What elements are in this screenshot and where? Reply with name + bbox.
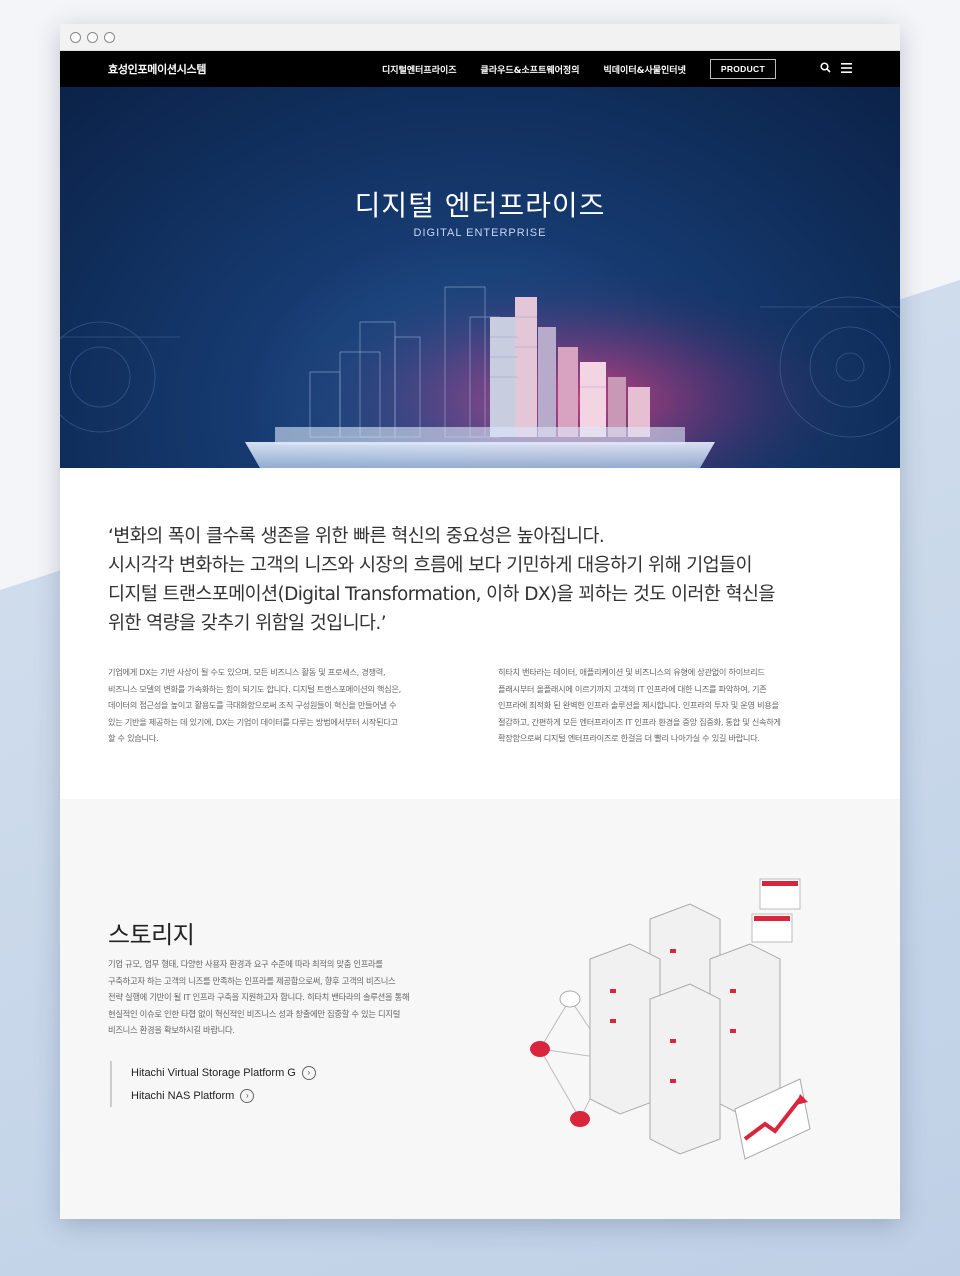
hero-subtitle: DIGITAL ENTERPRISE: [413, 227, 547, 239]
link-vsp-g[interactable]: Hitachi Virtual Storage Platform G ›: [131, 1061, 316, 1084]
top-nav: 효성인포메이션시스템 디지털엔터프라이즈 클라우드&소프트웨어정의 빅데이터&사…: [60, 51, 900, 87]
intro-column-left: 기업에게 DX는 기반 사상이 될 수도 있으며, 모든 비즈니스 활동 및 프…: [108, 664, 458, 747]
chevron-right-icon: ›: [240, 1088, 255, 1103]
quote-line: 시시각각 변화하는 고객의 니즈와 시장의 흐름에 보다 기민하게 대응하기 위…: [108, 555, 753, 576]
storage-title: 스토리지: [108, 921, 195, 949]
product-button[interactable]: PRODUCT: [709, 59, 776, 79]
link-label: Hitachi Virtual Storage Platform G: [131, 1066, 296, 1079]
nav-item-bigdata-iot[interactable]: 빅데이터&사물인터넷: [603, 63, 685, 76]
quote-line: 위한 역량을 갖추기 위함일 것입니다.’: [108, 613, 387, 634]
intro-column-right: 히타치 밴타라는 데이터, 애플리케이션 및 비즈니스의 유형에 상관없이 하이…: [498, 664, 848, 747]
nav-icons: [820, 62, 852, 76]
hero-city-illustration: [60, 87, 900, 468]
intro-section: ‘변화의 폭이 클수록 생존을 위한 빠른 혁신의 중요성은 높아집니다. 시시…: [60, 468, 900, 802]
paragraph-line: 인프라에 최적화 된 완벽한 인프라 솔루션을 제시합니다. 인프라의 투자 및…: [498, 700, 779, 710]
paragraph-line: 할 수 있습니다.: [108, 733, 159, 743]
link-nas-platform[interactable]: Hitachi NAS Platform ›: [131, 1084, 316, 1107]
hero-banner: 디지털 엔터프라이즈 DIGITAL ENTERPRISE: [60, 87, 900, 468]
storage-links: Hitachi Virtual Storage Platform G › Hit…: [110, 1061, 316, 1107]
hero-title: 디지털 엔터프라이즈: [354, 189, 606, 222]
paragraph-line: 비즈니스 환경을 확보하시길 바랍니다.: [108, 1025, 235, 1035]
paragraph-line: 현실적인 이슈로 인한 타협 없이 혁신적인 비즈니스 성과 창출에만 집중할 …: [108, 1008, 401, 1019]
storage-description: 기업 규모, 업무 형태, 다양한 사용자 환경과 요구 수준에 따라 최적의 …: [108, 956, 468, 1039]
paragraph-line: 있는 기반을 제공하는 데 있기에, DX는 기업이 데이터를 다루는 방법에서…: [108, 716, 398, 727]
window-chrome: [60, 24, 900, 51]
link-label: Hitachi NAS Platform: [131, 1089, 235, 1102]
paragraph-line: 확장함으로써 디지털 엔터프라이즈로 한걸음 더 빨리 나아가실 수 있길 바랍…: [498, 733, 760, 743]
intro-columns: 기업에게 DX는 기반 사상이 될 수도 있으며, 모든 비즈니스 활동 및 프…: [108, 664, 852, 747]
logo[interactable]: 효성인포메이션시스템: [108, 61, 207, 77]
paragraph-line: 전략 실행에 기반이 될 IT 인프라 구축을 지원하고자 합니다. 히타치 밴…: [108, 992, 410, 1002]
paragraph-line: 플래시부터 올플래시에 이르기까지 고객의 IT 인프라에 대한 니즈를 파악하…: [498, 683, 767, 694]
search-icon[interactable]: [820, 62, 831, 76]
paragraph-line: 구축하고자 하는 고객의 니즈를 만족하는 인프라를 제공함으로써, 향후 고객…: [108, 975, 396, 986]
window-control-dot[interactable]: [104, 31, 115, 43]
main-menu: 디지털엔터프라이즈 클라우드&소프트웨어정의 빅데이터&사물인터넷 PRODUC…: [382, 59, 852, 79]
paragraph-line: 기업 규모, 업무 형태, 다양한 사용자 환경과 요구 수준에 따라 최적의 …: [108, 959, 383, 969]
nav-item-digital-enterprise[interactable]: 디지털엔터프라이즈: [382, 63, 457, 76]
paragraph-line: 절감하고, 간편하게 모든 엔터프라이즈 IT 인프라 환경을 중앙 집중화, …: [498, 716, 781, 727]
paragraph-line: 히타치 밴타라는 데이터, 애플리케이션 및 비즈니스의 유형에 상관없이 하이…: [498, 667, 765, 677]
nav-item-cloud-software[interactable]: 클라우드&소프트웨어정의: [481, 63, 580, 76]
chevron-right-icon: ›: [301, 1065, 316, 1080]
window-control-dot[interactable]: [70, 31, 81, 43]
browser-window: 효성인포메이션시스템 디지털엔터프라이즈 클라우드&소프트웨어정의 빅데이터&사…: [60, 24, 900, 1219]
quote-line: 디지털 트랜스포메이션(Digital Transformation, 이하 D…: [108, 584, 775, 605]
paragraph-line: 기업에게 DX는 기반 사상이 될 수도 있으며, 모든 비즈니스 활동 및 프…: [108, 667, 386, 677]
paragraph-line: 데이터의 접근성을 높이고 활용도를 극대화함으로써 조직 구성원들이 혁신을 …: [108, 700, 397, 710]
window-control-dot[interactable]: [87, 31, 98, 43]
storage-server-illustration: [530, 878, 811, 1160]
intro-quote: ‘변화의 폭이 클수록 생존을 위한 빠른 혁신의 중요성은 높아집니다. 시시…: [108, 522, 852, 638]
storage-section: 스토리지 기업 규모, 업무 형태, 다양한 사용자 환경과 요구 수준에 따라…: [60, 799, 900, 1219]
hamburger-menu-icon[interactable]: [841, 62, 852, 76]
quote-line: ‘변화의 폭이 클수록 생존을 위한 빠른 혁신의 중요성은 높아집니다.: [108, 526, 605, 547]
paragraph-line: 비즈니스 모델의 변화를 가속화하는 힘이 되기도 합니다. 디지털 트랜스포메…: [108, 683, 401, 694]
